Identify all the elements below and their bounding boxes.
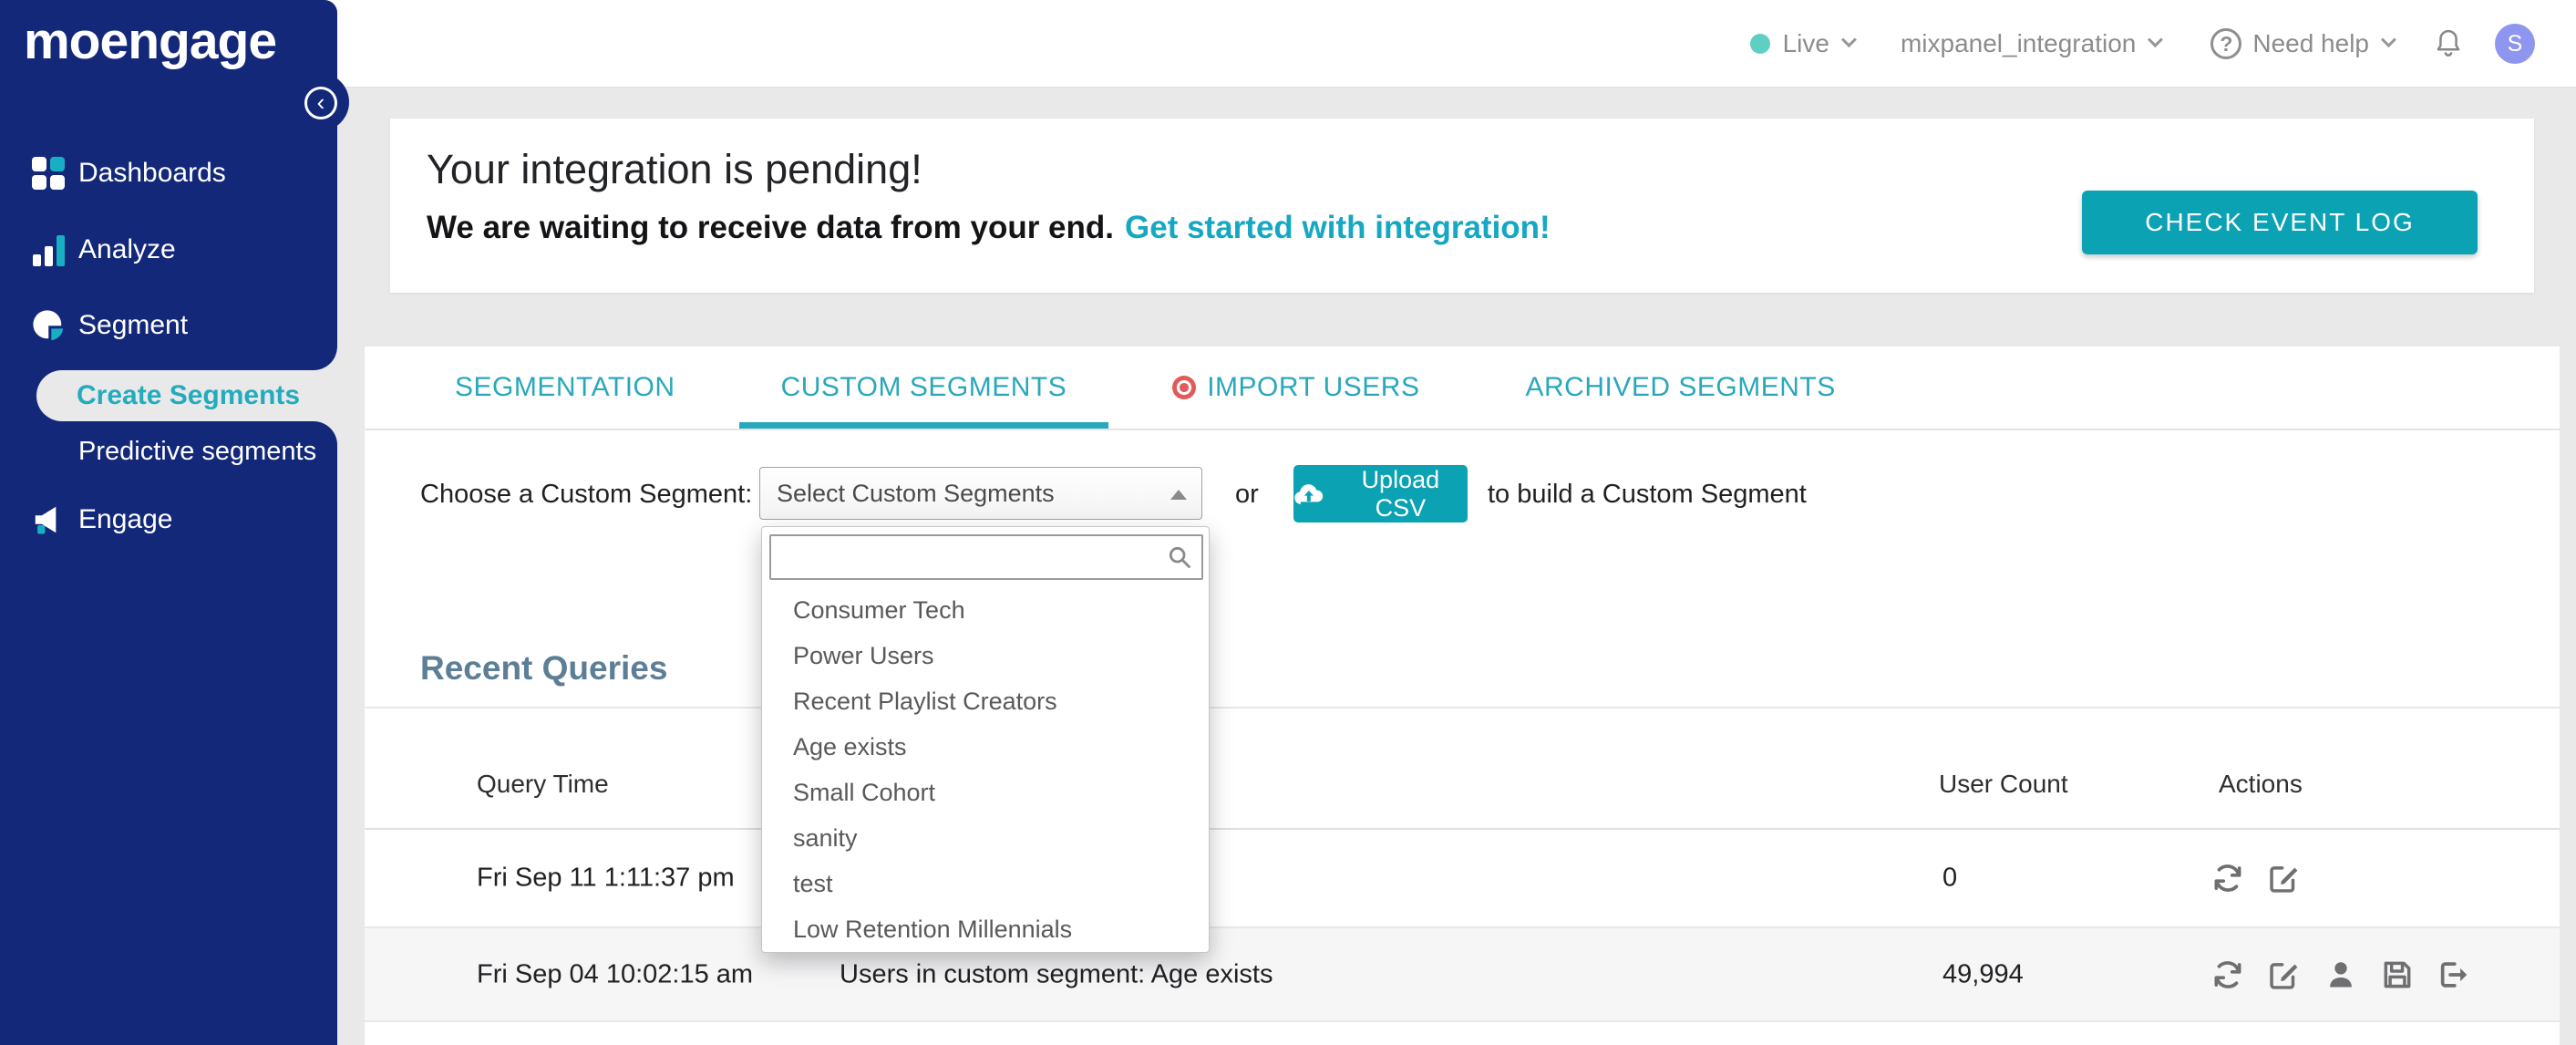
table-row: Fri Sep 11 1:11:37 pm 0 xyxy=(365,830,2560,928)
user-icon[interactable] xyxy=(2323,957,2359,993)
dropdown-search-input[interactable] xyxy=(769,534,1203,580)
sidebar-item-create-segments[interactable]: Create Segments xyxy=(36,370,337,421)
need-help-label: Need help xyxy=(2252,29,2369,57)
triangle-up-icon xyxy=(1170,490,1187,500)
user-count-cell: 49,994 xyxy=(1942,959,2024,988)
export-icon[interactable] xyxy=(2436,957,2472,993)
need-help-menu[interactable]: ? Need help xyxy=(2210,28,2396,59)
column-header-query-time: Query Time xyxy=(477,770,609,798)
row-actions xyxy=(2210,957,2472,993)
chevron-down-icon xyxy=(1840,32,1857,48)
row-actions xyxy=(2210,860,2303,896)
select-value: Select Custom Segments xyxy=(777,479,1055,507)
tab-archived-segments[interactable]: ARCHIVED SEGMENTS xyxy=(1525,347,1835,429)
query-description-cell: Users in custom segment: Age exists xyxy=(840,959,1273,988)
query-time-cell: Fri Sep 11 1:11:37 pm xyxy=(477,863,735,893)
sidebar-item-label: Dashboards xyxy=(78,158,226,188)
sidebar-item-label: Predictive segments xyxy=(78,436,317,466)
avatar[interactable]: S xyxy=(2495,24,2535,64)
refresh-icon[interactable] xyxy=(2210,860,2246,896)
dropdown-item[interactable]: Power Users xyxy=(762,633,1209,678)
banner-message-text: We are waiting to receive data from your… xyxy=(427,210,1115,245)
help-circle-icon: ? xyxy=(2210,28,2242,59)
moengage-logo: moengage xyxy=(24,12,277,70)
cloud-upload-icon xyxy=(1294,483,1324,504)
dashboards-grid-icon xyxy=(31,156,66,191)
bar-chart-icon xyxy=(31,233,66,267)
save-icon[interactable] xyxy=(2379,957,2416,993)
sidebar-item-label: Create Segments xyxy=(77,380,301,410)
recent-queries-heading: Recent Queries xyxy=(420,649,668,687)
edit-icon[interactable] xyxy=(2266,860,2303,896)
top-bar-actions: Live mixpanel_integration ? Need help S xyxy=(1749,0,2535,88)
bell-icon xyxy=(2437,29,2460,57)
chevron-down-icon xyxy=(2148,32,2164,48)
dropdown-item[interactable]: Low Retention Millennials xyxy=(762,906,1209,952)
sidebar-collapse-button[interactable]: ‹ xyxy=(304,87,337,119)
sidebar: moengage ‹ Dashboards Analyze Segment Cr… xyxy=(0,0,349,1045)
tab-custom-segments[interactable]: CUSTOM SEGMENTS xyxy=(738,347,1108,429)
dropdown-item[interactable]: Age exists xyxy=(762,724,1209,770)
choose-segment-label: Choose a Custom Segment: xyxy=(420,480,753,509)
dropdown-list: Consumer Tech Power Users Recent Playlis… xyxy=(762,587,1209,952)
live-status-dot xyxy=(1749,34,1770,54)
tab-segmentation[interactable]: SEGMENTATION xyxy=(455,347,675,429)
dropdown-item[interactable]: sanity xyxy=(762,815,1209,861)
custom-segment-select[interactable]: Select Custom Segments xyxy=(759,467,1202,520)
build-segment-text: to build a Custom Segment xyxy=(1488,480,1807,509)
divider xyxy=(365,707,2560,709)
tab-import-users[interactable]: IMPORT USERS xyxy=(1172,347,1419,429)
tab-label: IMPORT USERS xyxy=(1207,372,1420,402)
integration-pending-banner: Your integration is pending! We are wait… xyxy=(390,119,2534,293)
banner-title: Your integration is pending! xyxy=(427,146,922,192)
sidebar-item-dashboards[interactable]: Dashboards xyxy=(0,144,337,202)
search-icon xyxy=(1169,546,1190,568)
pie-chart-icon xyxy=(31,308,66,343)
notifications-button[interactable] xyxy=(2433,27,2464,60)
banner-message: We are waiting to receive data from your… xyxy=(427,210,1551,246)
query-time-cell: Fri Sep 04 10:02:15 am xyxy=(477,959,754,988)
sidebar-item-predictive-segments[interactable]: Predictive segments xyxy=(0,425,337,478)
top-bar: Live mixpanel_integration ? Need help S xyxy=(0,0,2576,88)
tab-label: ARCHIVED SEGMENTS xyxy=(1525,372,1836,402)
edit-icon[interactable] xyxy=(2266,957,2303,993)
tab-label: CUSTOM SEGMENTS xyxy=(780,372,1067,402)
custom-segments-dropdown: Consumer Tech Power Users Recent Playlis… xyxy=(761,526,1210,953)
table-row: Fri Sep 04 10:02:15 am Users in custom s… xyxy=(365,928,2560,1022)
sidebar-notch xyxy=(310,347,337,370)
environment-switcher[interactable]: Live xyxy=(1749,29,1857,58)
dropdown-search xyxy=(769,534,1203,580)
megaphone-icon xyxy=(31,502,66,537)
sidebar-item-analyze[interactable]: Analyze xyxy=(0,221,337,279)
tab-label: SEGMENTATION xyxy=(455,372,675,402)
dropdown-item[interactable]: Consumer Tech xyxy=(762,587,1209,633)
sidebar-item-label: Segment xyxy=(78,310,189,340)
sidebar-item-engage[interactable]: Engage xyxy=(0,491,337,549)
dropdown-item[interactable]: test xyxy=(762,861,1209,906)
upload-csv-label: Upload CSV xyxy=(1361,465,1440,522)
check-event-log-button[interactable]: CHECK EVENT LOG xyxy=(2082,191,2478,254)
upload-csv-button[interactable]: Upload CSV xyxy=(1293,465,1468,522)
sidebar-item-label: Analyze xyxy=(78,234,176,264)
sidebar-item-segment[interactable]: Segment xyxy=(0,296,337,355)
segments-tabs: SEGMENTATION CUSTOM SEGMENTS IMPORT USER… xyxy=(365,347,2560,430)
project-switcher[interactable]: mixpanel_integration xyxy=(1900,29,2164,58)
column-header-user-count: User Count xyxy=(1939,770,2068,798)
page: Live mixpanel_integration ? Need help S … xyxy=(0,0,2576,1045)
red-dot-icon xyxy=(1172,376,1197,399)
column-header-actions: Actions xyxy=(2219,770,2303,798)
dropdown-item[interactable]: Recent Playlist Creators xyxy=(762,678,1209,724)
refresh-icon[interactable] xyxy=(2210,957,2246,993)
get-started-link[interactable]: Get started with integration! xyxy=(1125,210,1551,245)
environment-label: Live xyxy=(1782,29,1829,57)
sidebar-item-label: Engage xyxy=(78,504,173,534)
project-label: mixpanel_integration xyxy=(1900,29,2137,57)
or-text: or xyxy=(1235,480,1259,509)
chevron-down-icon xyxy=(2380,32,2396,48)
user-count-cell: 0 xyxy=(1942,863,1958,893)
dropdown-item[interactable]: Small Cohort xyxy=(762,770,1209,815)
segments-card: SEGMENTATION CUSTOM SEGMENTS IMPORT USER… xyxy=(365,347,2560,1045)
